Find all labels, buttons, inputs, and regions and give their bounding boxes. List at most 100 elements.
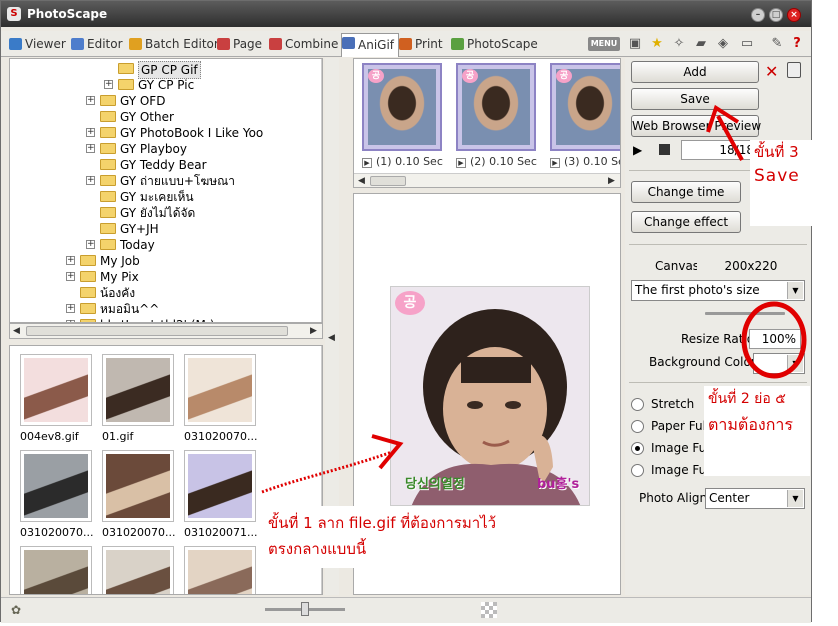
background-color-select[interactable]: ▼ xyxy=(753,353,805,374)
save-button[interactable]: Save xyxy=(631,88,759,110)
tree-item[interactable]: น้องคัง xyxy=(10,285,310,301)
tree-expander[interactable]: + xyxy=(86,128,95,137)
tree-expander[interactable]: + xyxy=(66,304,75,313)
delete-icon[interactable]: ✕ xyxy=(765,62,778,81)
tree-item[interactable]: + GY CP Pic xyxy=(10,77,310,93)
file-thumbnail[interactable] xyxy=(184,450,256,522)
help-icon[interactable]: ? xyxy=(789,36,805,52)
frames-scrollbar[interactable]: ◀ ▶ xyxy=(354,173,620,187)
chevron-down-icon[interactable]: ▼ xyxy=(787,355,803,372)
play-frame-icon[interactable]: ▶ xyxy=(550,158,560,168)
tab-editor[interactable]: Editor xyxy=(71,35,123,55)
play-frame-icon[interactable]: ▶ xyxy=(362,158,372,168)
chevron-down-icon[interactable]: ▼ xyxy=(787,490,803,507)
file-thumbnail[interactable] xyxy=(184,354,256,426)
tree-item[interactable]: + Today xyxy=(10,237,310,253)
settings-icon[interactable]: ✿ xyxy=(11,603,21,617)
frames-scroll-left[interactable]: ◀ xyxy=(358,176,365,186)
transparency-icon[interactable] xyxy=(481,602,497,618)
frame-delay: (3) 0.10 Se xyxy=(564,155,621,168)
canvas-size-select[interactable]: The first photo's size ▼ xyxy=(631,280,805,301)
gif-frame[interactable]: 공 xyxy=(456,63,536,151)
frames-scroll-thumb[interactable] xyxy=(370,176,406,186)
maximize-button[interactable]: □ xyxy=(769,8,783,22)
tab-photoscape[interactable]: PhotoScape xyxy=(451,35,538,55)
tree-vertical-scrollbar[interactable] xyxy=(321,59,322,322)
change-effect-button[interactable]: Change effect xyxy=(631,211,741,233)
add-button[interactable]: Add xyxy=(631,61,759,83)
file-thumbnail[interactable] xyxy=(184,546,256,594)
file-thumbnail[interactable] xyxy=(102,354,174,426)
folder-icon xyxy=(80,303,96,314)
title-bar[interactable]: S PhotoScape – □ × xyxy=(1,1,811,27)
file-thumbnail[interactable] xyxy=(20,354,92,426)
gif-frame[interactable]: 공 xyxy=(362,63,442,151)
tree-expander[interactable]: + xyxy=(86,96,95,105)
tab-page[interactable]: Page xyxy=(217,35,262,55)
tree-expander[interactable]: + xyxy=(104,80,113,89)
tree-item[interactable]: + GY Playboy xyxy=(10,141,310,157)
tree-item[interactable]: GY ยังไม่ได้จัด xyxy=(10,205,310,221)
file-thumbnail[interactable] xyxy=(102,450,174,522)
tree-hscroll-thumb[interactable] xyxy=(26,326,288,336)
star-icon[interactable]: ★ xyxy=(649,36,665,52)
chevron-down-icon[interactable]: ▼ xyxy=(787,282,803,299)
play-frame-icon[interactable]: ▶ xyxy=(456,158,466,168)
main-tabs: Viewer Editor Batch Editor Page Combine AniGi… xyxy=(1,31,811,57)
tab-print[interactable]: Print xyxy=(399,35,443,55)
tree-item[interactable]: + My Pix xyxy=(10,269,310,285)
resize-slider[interactable] xyxy=(705,312,785,315)
tree-item[interactable]: + GY PhotoBook I Like Yoo xyxy=(10,125,310,141)
tab-batch-editor[interactable]: Batch Editor xyxy=(129,35,219,55)
radio-button[interactable] xyxy=(631,442,644,455)
menu-button[interactable]: MENU xyxy=(588,37,620,51)
tree-item[interactable]: GY+JH xyxy=(10,221,310,237)
minimize-button[interactable]: – xyxy=(751,8,765,22)
wrench-icon[interactable]: ✎ xyxy=(769,36,785,52)
tree-item[interactable]: GP CP Gif xyxy=(10,61,310,79)
tree-item[interactable]: + หมอมิน^^ xyxy=(10,301,310,317)
file-thumbnail[interactable] xyxy=(20,450,92,522)
folder-open-icon[interactable]: ▰ xyxy=(693,36,709,52)
trash-icon[interactable] xyxy=(787,62,801,78)
tab-viewer[interactable]: Viewer xyxy=(9,35,66,55)
radio-button[interactable] xyxy=(631,420,644,433)
tab-combine[interactable]: Combine xyxy=(269,35,338,55)
capture-icon[interactable]: ▣ xyxy=(627,36,643,52)
frames-scroll-right[interactable]: ▶ xyxy=(608,176,615,186)
change-time-button[interactable]: Change time xyxy=(631,181,741,203)
tree-horizontal-scrollbar[interactable]: ◀ ▶ xyxy=(9,323,323,339)
gif-frame[interactable]: 공 xyxy=(550,63,620,151)
tree-expander[interactable]: + xyxy=(86,240,95,249)
palette-icon[interactable]: ◈ xyxy=(715,36,731,52)
tree-expander[interactable]: + xyxy=(66,272,75,281)
tree-item[interactable]: GY มะเคยเห็น xyxy=(10,189,310,205)
zoom-slider-thumb[interactable] xyxy=(301,602,309,616)
stop-icon[interactable] xyxy=(659,144,670,155)
tree-expander[interactable]: + xyxy=(86,144,95,153)
scroll-left-arrow[interactable]: ◀ xyxy=(13,326,20,336)
blank-icon[interactable]: ▭ xyxy=(739,36,755,52)
tree-item-label: GY Other xyxy=(120,110,174,124)
radio-button[interactable] xyxy=(631,464,644,477)
collapse-left-arrow[interactable]: ◀ xyxy=(328,333,335,343)
tab-icon xyxy=(451,38,464,50)
scroll-right-arrow[interactable]: ▶ xyxy=(310,326,317,336)
photo-align-select[interactable]: Center ▼ xyxy=(705,488,805,509)
close-button[interactable]: × xyxy=(787,8,801,22)
web-browser-preview-button[interactable]: Web Browser Preview xyxy=(631,115,761,137)
tree-item[interactable]: GY Other xyxy=(10,109,310,125)
tab-anigif[interactable]: AniGif xyxy=(341,33,400,57)
resize-ratio-input[interactable]: 100% xyxy=(749,329,801,349)
play-icon[interactable]: ▶ xyxy=(633,143,642,157)
file-thumbnail[interactable] xyxy=(20,546,92,594)
tree-item[interactable]: + My Job xyxy=(10,253,310,269)
tree-item[interactable]: GY Teddy Bear xyxy=(10,157,310,173)
radio-button[interactable] xyxy=(631,398,644,411)
tree-item[interactable]: + GY ถ่ายแบบ+โฆษณา xyxy=(10,173,310,189)
tree-expander[interactable]: + xyxy=(66,256,75,265)
file-thumbnail[interactable] xyxy=(102,546,174,594)
tree-expander[interactable]: + xyxy=(86,176,95,185)
tools-icon[interactable]: ✧ xyxy=(671,36,687,52)
tree-item[interactable]: + GY OFD xyxy=(10,93,310,109)
